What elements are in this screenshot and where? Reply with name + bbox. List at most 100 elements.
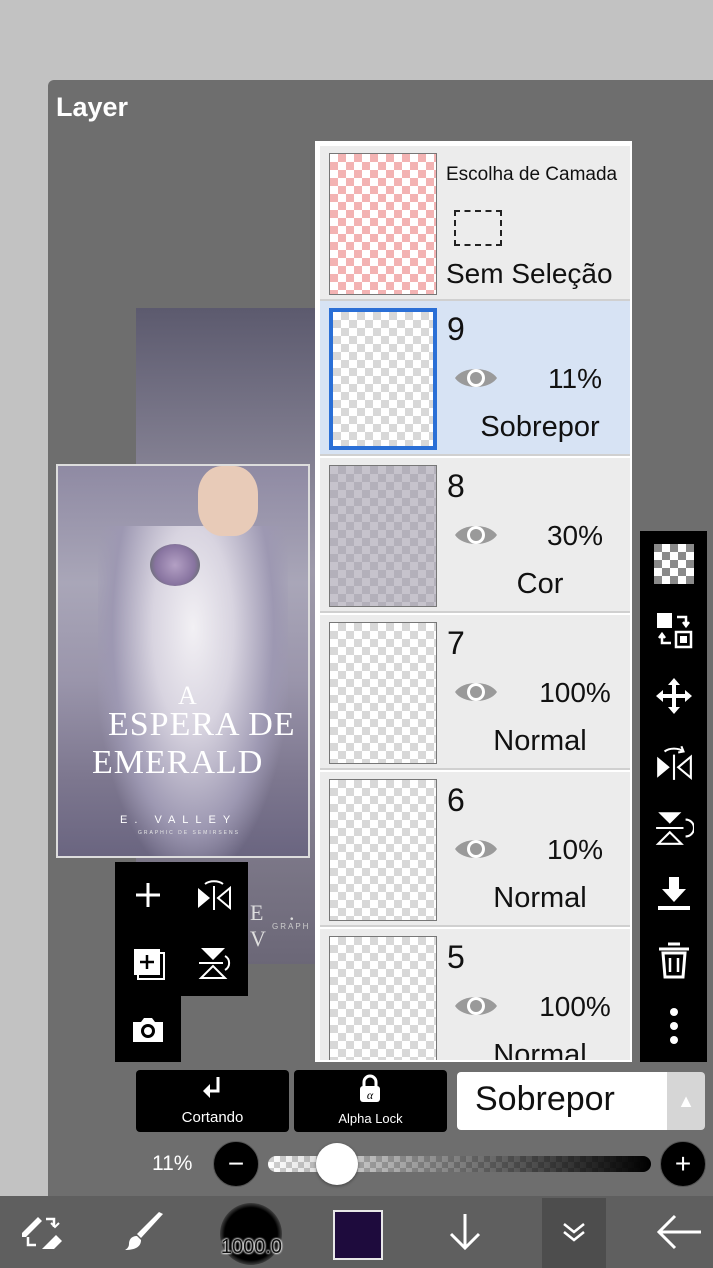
blend-mode-dropdown-button[interactable]: ▲ [667,1072,705,1130]
layer-row-5[interactable]: 5 100% Normal [320,929,630,1062]
alpha-lock-button[interactable]: α Alpha Lock [294,1070,447,1132]
camera-icon [133,1018,163,1042]
flip-vertical-button[interactable] [640,797,707,859]
flip-vertical-button[interactable] [181,930,247,996]
alpha-lock-label: Alpha Lock [338,1111,403,1126]
cover-title-line1: ESPERA DE [108,706,296,743]
merge-down-icon [657,877,690,910]
flip-vertical-icon [198,948,231,979]
flip-horizontal-button[interactable] [181,862,247,928]
transfer-layer-button[interactable] [640,599,707,661]
layer-menu-button[interactable] [542,1196,606,1268]
arrow-down-icon [449,1214,481,1251]
lock-icon: α [360,1074,380,1102]
move-down-button[interactable] [432,1196,498,1268]
layer-opacity: 100% [539,991,611,1022]
blend-mode-select[interactable]: Sobrepor [457,1072,667,1130]
eye-icon[interactable] [453,363,499,393]
opacity-decrease-button[interactable]: − [213,1141,259,1187]
flip-horizontal-button[interactable] [640,731,707,793]
double-chevron-down-icon [563,1223,585,1242]
plus-icon: + [674,1148,692,1179]
clipping-label: Cortando [181,1109,244,1126]
layer-number: 7 [447,625,465,661]
color-swatch[interactable] [333,1210,383,1260]
canvas-preview-image[interactable]: A ESPERA DE EMERALD E. VALLEY GRAPHIC DE… [56,464,310,858]
selection-marquee-icon [454,210,502,246]
transparent-fill-button[interactable] [640,533,707,595]
camera-button[interactable] [115,996,181,1062]
clipping-arrow-icon [203,1077,220,1098]
panel-title: Layer [56,92,129,122]
layer-opacity: 10% [546,834,604,865]
layer-row-6[interactable]: 6 10% Normal [320,772,630,927]
layer-number: 9 [447,311,465,347]
svg-text:α: α [367,1088,374,1102]
layer-thumbnail [329,936,437,1060]
layer-blend-mode: Normal [493,882,587,914]
clipping-button[interactable]: Cortando [136,1070,289,1132]
flip-horizontal-icon [198,880,231,911]
trash-icon [658,942,689,979]
add-copy-button[interactable] [115,930,181,996]
layer-thumbnail [329,308,437,450]
eye-icon[interactable] [453,991,499,1021]
selection-layer-row[interactable]: Escolha de Camada Sem Seleção [320,146,630,301]
tool-switch-button[interactable] [8,1196,74,1268]
arrow-left-icon [656,1214,701,1250]
brush-tool-button[interactable] [112,1196,178,1268]
opacity-label: 11% [152,1152,193,1175]
transfer-icon [656,613,692,649]
right-toolbar [640,531,707,1062]
layer-row-9[interactable]: 9 11% Sobrepor [320,301,630,456]
back-button[interactable] [646,1196,712,1268]
layer-opacity: 100% [539,677,611,708]
tool-switch-icon [22,1217,62,1249]
eye-icon[interactable] [453,520,499,550]
more-options-button[interactable] [640,995,707,1057]
layer-thumbnail [329,779,437,921]
selection-thumbnail [329,153,437,295]
cover-flower-art [150,544,200,586]
layer-blend-mode: Sobrepor [480,411,600,443]
add-layer-button[interactable] [115,862,181,928]
ghost-sub-text: GRAPH [272,922,311,931]
more-vertical-icon [669,1008,678,1044]
selection-status: Sem Seleção [446,258,613,289]
layer-blend-mode: Normal [493,1039,587,1062]
layer-tool-grid-ext [115,996,181,1062]
layer-blend-mode: Normal [493,725,587,757]
cover-subtitle: GRAPHIC DE SEMIRSENS [138,830,240,836]
add-layer-icon [136,883,160,907]
selection-title: Escolha de Camada [446,164,618,185]
layer-row-8[interactable]: 8 30% Cor [320,458,630,613]
merge-down-button[interactable] [640,863,707,925]
layer-opacity: 30% [546,520,604,551]
flip-vertical-icon [655,812,694,845]
layer-number: 5 [447,939,465,975]
layer-blend-mode: Cor [516,568,564,600]
chevron-up-icon: ▲ [677,1090,695,1111]
minus-icon: − [227,1148,245,1179]
layer-opacity: 11% [548,363,602,394]
move-icon [655,678,692,714]
add-copy-icon [134,949,165,980]
layer-tool-grid [115,862,248,996]
eye-icon[interactable] [453,834,499,864]
eye-icon[interactable] [453,677,499,707]
cover-author: E. VALLEY [120,814,238,826]
layer-number: 8 [447,468,465,504]
brush-size-value: 1000.0 [220,1236,282,1258]
layer-thumbnail [329,622,437,764]
opacity-increase-button[interactable]: + [660,1141,706,1187]
checkerboard-icon [653,544,694,584]
layer-number: 6 [447,782,465,818]
move-button[interactable] [640,665,707,727]
layer-row-7[interactable]: 7 100% Normal [320,615,630,770]
layers-list[interactable]: Escolha de Camada Sem Seleção 9 11% Sobr… [315,141,632,1062]
cover-title-line2: EMERALD [92,744,264,781]
opacity-slider-knob[interactable] [315,1143,358,1185]
layer-thumbnail [329,465,437,607]
delete-layer-button[interactable] [640,929,707,991]
brush-icon [125,1212,163,1250]
